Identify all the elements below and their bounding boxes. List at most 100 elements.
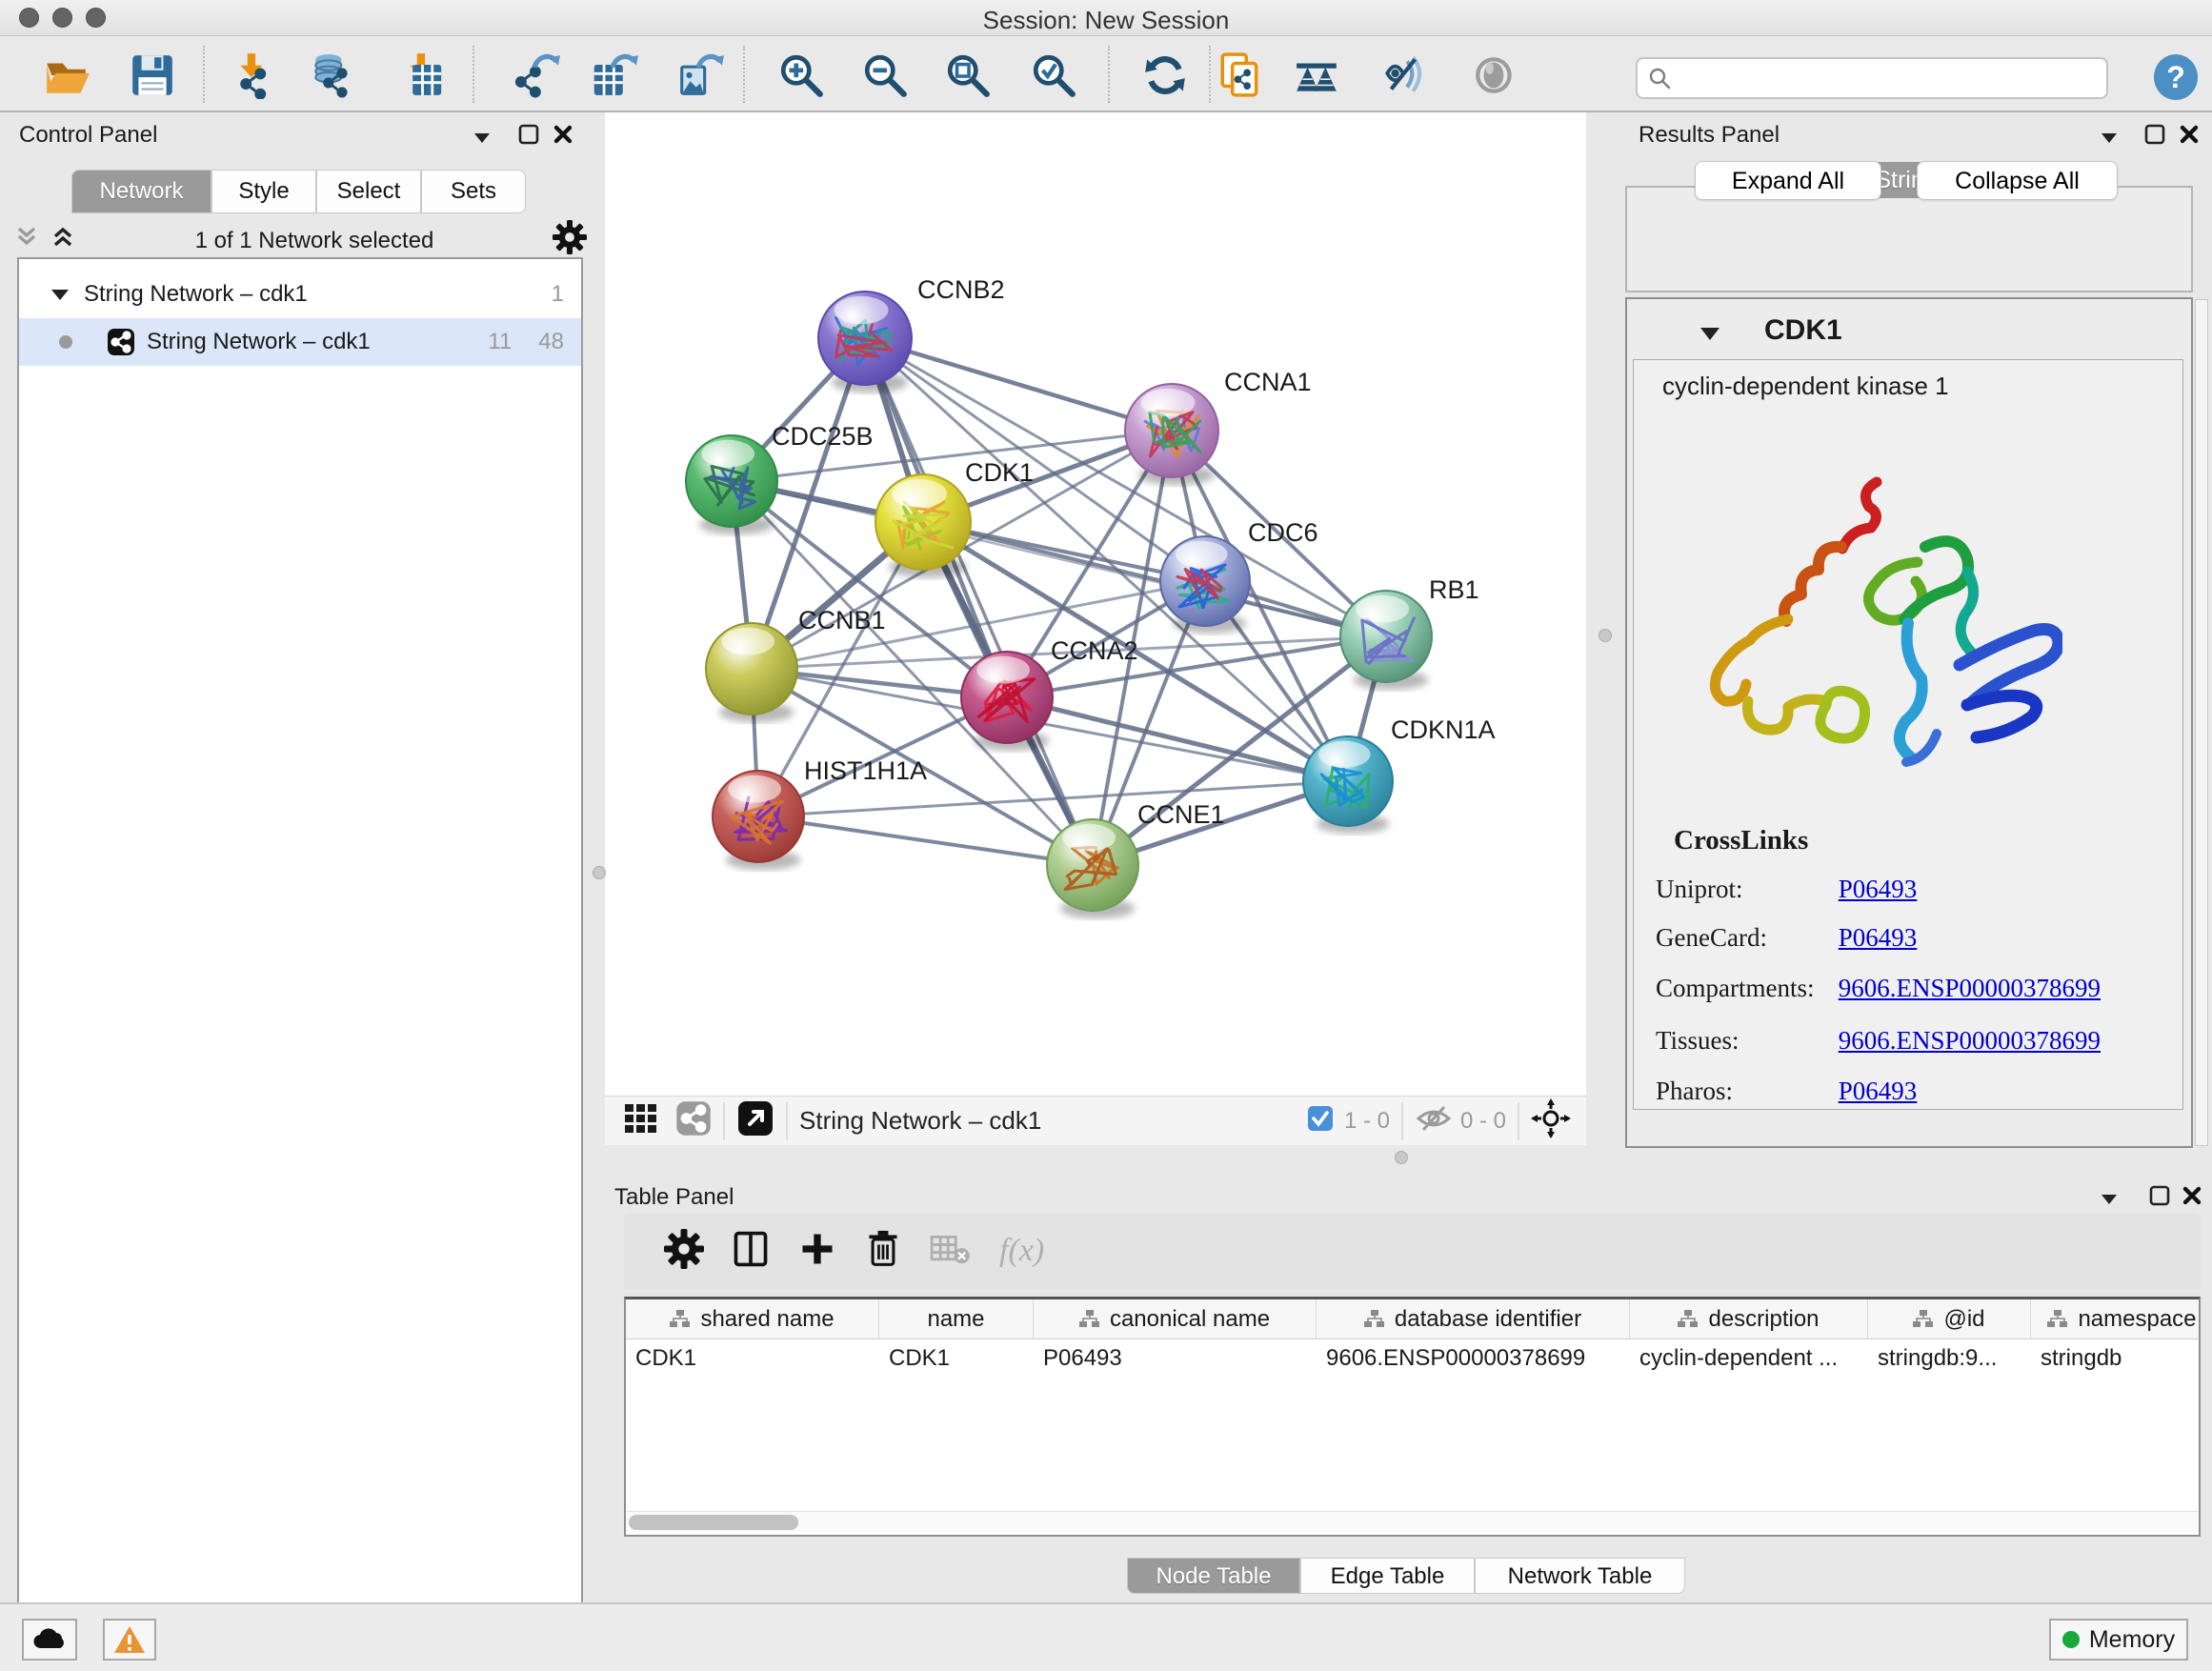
import-database-icon[interactable] (309, 51, 356, 99)
crosslink-link[interactable]: 9606.ENSP00000378699 (1839, 1026, 2101, 1055)
table-cell[interactable]: stringdb (2031, 1339, 2201, 1378)
save-session-icon[interactable] (129, 51, 176, 99)
collapse-all-button[interactable]: Collapse All (1917, 161, 2118, 200)
table-cell[interactable]: 9606.ENSP00000378699 (1317, 1339, 1630, 1378)
tab-network[interactable]: Network (71, 170, 211, 213)
network-options-gear-icon[interactable] (553, 220, 587, 261)
tab-network-table[interactable]: Network Table (1475, 1558, 1685, 1594)
import-table-icon[interactable] (399, 51, 447, 99)
collapse-triangle-icon[interactable] (48, 286, 72, 303)
zoom-out-icon[interactable] (861, 51, 909, 99)
warning-button[interactable] (103, 1619, 156, 1661)
memory-button[interactable]: Memory (2049, 1619, 2188, 1661)
panel-menu-icon[interactable] (471, 130, 493, 150)
column-header-name[interactable]: name (879, 1299, 1034, 1339)
left-splitter-handle[interactable] (593, 866, 606, 879)
table-row[interactable]: CDK1CDK1P064939606.ENSP00000378699cyclin… (626, 1339, 2199, 1378)
node-count: 11 (488, 329, 512, 355)
selected-checkbox-icon[interactable] (1306, 1104, 1335, 1137)
bottom-splitter-handle[interactable] (1395, 1151, 1408, 1164)
main-toolbar: ? (0, 36, 2212, 112)
show-columns-icon[interactable] (731, 1229, 771, 1274)
collapse-all-icon[interactable] (50, 225, 76, 256)
column-header-canonical-name[interactable]: canonical name (1034, 1299, 1317, 1339)
network-graph[interactable]: CCNB2CCNA1CDC25BCDK1CDC6RB1CCNB1CCNA2CDK… (605, 112, 1586, 1096)
hide-panel-icon[interactable] (1381, 51, 1429, 99)
expand-all-icon[interactable] (13, 225, 40, 256)
table-cell[interactable]: CDK1 (879, 1339, 1034, 1378)
float-panel-icon[interactable] (2144, 124, 2165, 150)
network-row-selected[interactable]: String Network – cdk1 11 48 (19, 318, 581, 366)
import-network-icon[interactable] (230, 51, 277, 99)
crosslink-row: Pharos: P06493 (1656, 1077, 2151, 1106)
expand-all-button[interactable]: Expand All (1695, 161, 1881, 200)
scrollbar-thumb[interactable] (629, 1515, 798, 1530)
overview-icon[interactable] (1294, 51, 1341, 99)
right-splitter-handle[interactable] (1599, 629, 1612, 642)
search-input[interactable] (1672, 64, 2081, 92)
tab-select[interactable]: Select (316, 170, 421, 213)
tab-style[interactable]: Style (211, 170, 316, 213)
network-canvas[interactable]: CCNB2CCNA1CDC25BCDK1CDC6RB1CCNB1CCNA2CDK… (605, 112, 1586, 1096)
table-cell[interactable]: stringdb:9... (1868, 1339, 2031, 1378)
column-header-database-identifier[interactable]: database identifier (1317, 1299, 1630, 1339)
column-header-shared-name[interactable]: shared name (626, 1299, 879, 1339)
zoom-fit-icon[interactable] (944, 51, 992, 99)
open-in-browser-icon[interactable] (736, 1099, 774, 1142)
export-network-icon[interactable] (513, 51, 560, 99)
eye-icon[interactable] (1472, 51, 1519, 99)
column-header-namespace[interactable]: namespace (2031, 1299, 2201, 1339)
panel-menu-icon[interactable] (2098, 130, 2121, 150)
close-panel-icon[interactable] (2182, 1185, 2202, 1211)
network-tree: String Network – cdk1 1 String Network –… (17, 257, 583, 1671)
crosslinks-title: CrossLinks (1674, 825, 1808, 856)
results-scrollbar[interactable] (2195, 299, 2208, 1146)
refresh-layout-icon[interactable] (1141, 51, 1189, 99)
close-panel-icon[interactable] (2179, 124, 2200, 150)
fit-selected-crosshair-icon[interactable] (1531, 1098, 1571, 1143)
svg-text:CCNA1: CCNA1 (1224, 368, 1312, 396)
network-collection-row[interactable]: String Network – cdk1 1 (19, 271, 581, 318)
string-style-icon[interactable] (675, 1100, 712, 1141)
export-image-icon[interactable] (676, 51, 724, 99)
collapse-gene-icon[interactable] (1697, 324, 1723, 343)
crosslink-row: Uniprot: P06493 (1656, 875, 2151, 904)
birdseye-grid-icon[interactable] (622, 1099, 660, 1142)
tab-node-table[interactable]: Node Table (1127, 1558, 1300, 1594)
column-header-description[interactable]: description (1630, 1299, 1868, 1339)
open-session-icon[interactable] (44, 51, 91, 99)
zoom-selected-icon[interactable] (1030, 51, 1077, 99)
crosslink-link[interactable]: P06493 (1839, 923, 1918, 952)
search-field[interactable] (1636, 57, 2108, 99)
table-options-gear-icon[interactable] (664, 1229, 704, 1274)
tab-sets[interactable]: Sets (421, 170, 526, 213)
zoom-in-icon[interactable] (777, 51, 825, 99)
svg-text:CCNA2: CCNA2 (1051, 636, 1138, 665)
application-window: Session: New Session (0, 0, 2212, 1671)
node-table[interactable]: shared namename canonical name database … (624, 1297, 2201, 1537)
table-tabs: Node TableEdge TableNetwork Table (600, 1558, 2212, 1594)
network-edges (732, 338, 1386, 865)
export-table-icon[interactable] (591, 51, 638, 99)
table-cell[interactable]: P06493 (1034, 1339, 1317, 1378)
crosslink-link[interactable]: P06493 (1839, 875, 1918, 903)
crosslink-link[interactable]: 9606.ENSP00000378699 (1839, 974, 2101, 1002)
float-panel-icon[interactable] (2149, 1185, 2170, 1211)
panel-menu-icon[interactable] (2098, 1191, 2121, 1211)
svg-text:CDC25B: CDC25B (772, 422, 874, 451)
cloud-button[interactable] (22, 1619, 77, 1661)
table-horizontal-scrollbar[interactable] (627, 1511, 2198, 1532)
create-column-icon[interactable] (797, 1229, 837, 1274)
delete-column-icon[interactable] (864, 1228, 902, 1275)
cloud-icon (32, 1627, 67, 1652)
table-cell[interactable]: CDK1 (626, 1339, 879, 1378)
column-header-@id[interactable]: @id (1868, 1299, 2031, 1339)
table-panel-title: Table Panel (614, 1184, 734, 1211)
help-button[interactable]: ? (2153, 53, 2199, 106)
crosslink-link[interactable]: P06493 (1839, 1077, 1918, 1105)
float-panel-icon[interactable] (518, 124, 539, 150)
table-cell[interactable]: cyclin-dependent ... (1630, 1339, 1868, 1378)
tab-edge-table[interactable]: Edge Table (1300, 1558, 1475, 1594)
duplicate-network-icon[interactable] (1217, 51, 1264, 99)
close-panel-icon[interactable] (553, 124, 573, 150)
